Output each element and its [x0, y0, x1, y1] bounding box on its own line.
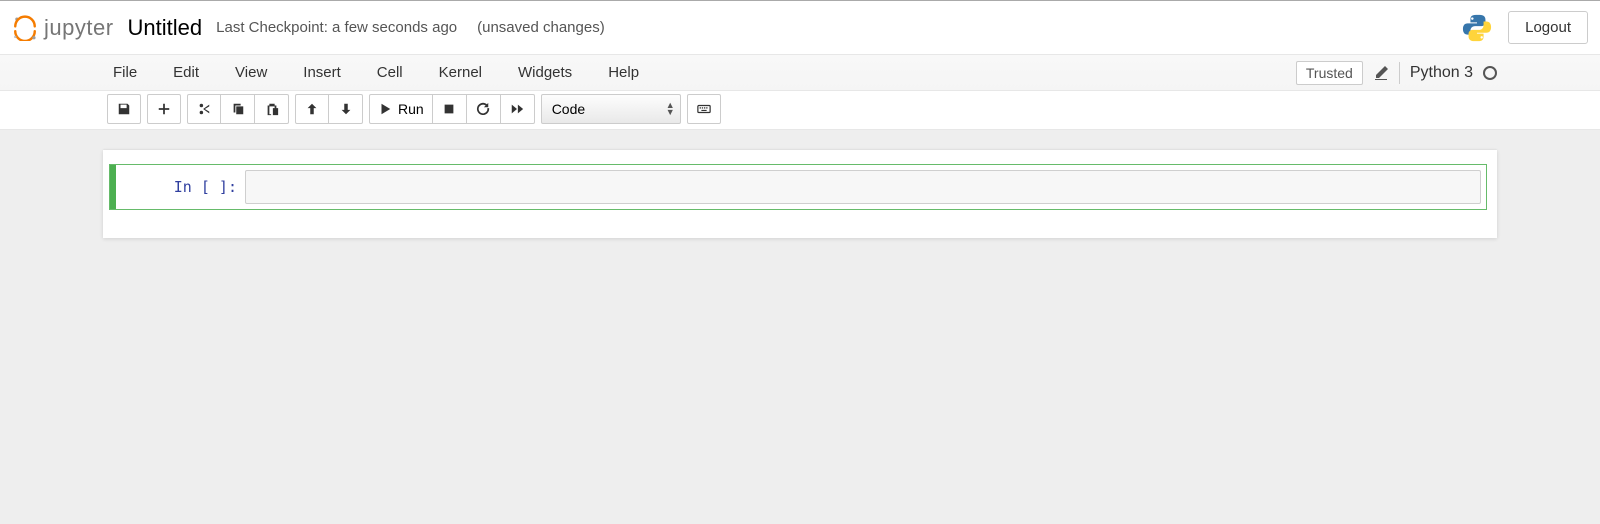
- menu-list: File Edit View Insert Cell Kernel Widget…: [103, 56, 657, 89]
- restart-run-all-button[interactable]: [501, 94, 535, 124]
- pencil-icon[interactable]: [1373, 65, 1389, 81]
- keyboard-icon: [697, 102, 711, 116]
- code-input[interactable]: [245, 170, 1481, 204]
- trusted-badge[interactable]: Trusted: [1296, 61, 1363, 85]
- header-right: Logout: [1462, 11, 1588, 44]
- notebook-panel: In [ ]:: [103, 150, 1497, 238]
- menu-edit[interactable]: Edit: [155, 56, 217, 89]
- run-button[interactable]: Run: [369, 94, 433, 124]
- celltype-select-wrap: Code Markdown Raw NBConvert Heading ▲▼: [541, 94, 681, 124]
- python-logo-icon: [1462, 13, 1492, 43]
- stop-icon: [442, 102, 456, 116]
- save-button[interactable]: [107, 94, 141, 124]
- jupyter-planet-icon: [12, 15, 38, 41]
- play-icon: [378, 102, 392, 116]
- paste-button[interactable]: [255, 94, 289, 124]
- checkpoint-status: Last Checkpoint: a few seconds ago: [216, 19, 457, 36]
- plus-icon: [157, 102, 171, 116]
- move-down-button[interactable]: [329, 94, 363, 124]
- cell-prompt: In [ ]:: [115, 170, 245, 204]
- divider: [1399, 62, 1400, 84]
- jupyter-logo[interactable]: jupyter: [12, 15, 114, 41]
- toolbar: Run Code Markdown Raw NBConvert Heading …: [0, 91, 1600, 130]
- command-palette-button[interactable]: [687, 94, 721, 124]
- kernel-name[interactable]: Python 3: [1410, 64, 1473, 82]
- restart-button[interactable]: [467, 94, 501, 124]
- copy-icon: [231, 102, 245, 116]
- arrow-down-icon: [339, 102, 353, 116]
- menu-help[interactable]: Help: [590, 56, 657, 89]
- save-icon: [117, 102, 131, 116]
- logout-button[interactable]: Logout: [1508, 11, 1588, 44]
- copy-button[interactable]: [221, 94, 255, 124]
- notebook-title[interactable]: Untitled: [128, 15, 203, 41]
- fast-forward-icon: [510, 102, 524, 116]
- unsaved-status: (unsaved changes): [477, 19, 605, 36]
- menu-view[interactable]: View: [217, 56, 285, 89]
- add-cell-button[interactable]: [147, 94, 181, 124]
- menu-kernel[interactable]: Kernel: [421, 56, 500, 89]
- cut-button[interactable]: [187, 94, 221, 124]
- kernel-info: Trusted Python 3: [1296, 61, 1497, 85]
- header: jupyter Untitled Last Checkpoint: a few …: [0, 0, 1600, 55]
- stop-button[interactable]: [433, 94, 467, 124]
- move-up-button[interactable]: [295, 94, 329, 124]
- menu-widgets[interactable]: Widgets: [500, 56, 590, 89]
- restart-icon: [476, 102, 490, 116]
- celltype-select[interactable]: Code Markdown Raw NBConvert Heading: [541, 94, 681, 124]
- paste-icon: [265, 102, 279, 116]
- header-left: jupyter Untitled Last Checkpoint: a few …: [12, 15, 605, 41]
- menu-cell[interactable]: Cell: [359, 56, 421, 89]
- menubar: File Edit View Insert Cell Kernel Widget…: [0, 55, 1600, 91]
- jupyter-logo-text: jupyter: [44, 15, 114, 41]
- code-cell[interactable]: In [ ]:: [109, 164, 1487, 210]
- scissors-icon: [197, 102, 211, 116]
- arrow-up-icon: [305, 102, 319, 116]
- kernel-idle-icon[interactable]: [1483, 66, 1497, 80]
- menu-insert[interactable]: Insert: [285, 56, 359, 89]
- run-label: Run: [398, 101, 424, 117]
- notebook-area: In [ ]:: [0, 130, 1600, 258]
- menu-file[interactable]: File: [103, 56, 155, 89]
